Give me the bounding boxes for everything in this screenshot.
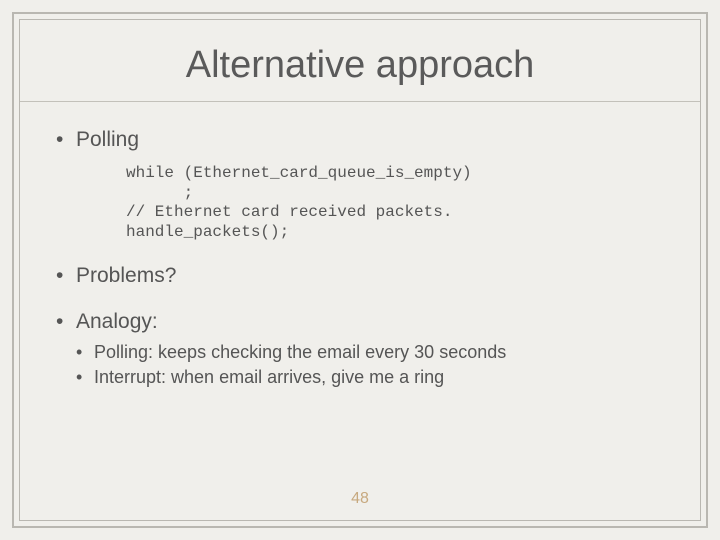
inner-frame: Alternative approach Polling while (Ethe… bbox=[19, 19, 701, 521]
sub-list: Polling: keeps checking the email every … bbox=[76, 342, 666, 388]
bullet-analogy: Analogy: Polling: keeps checking the ema… bbox=[54, 310, 666, 388]
bullet-polling: Polling while (Ethernet_card_queue_is_em… bbox=[54, 128, 666, 242]
bullet-problems-label: Problems? bbox=[76, 264, 176, 287]
code-block: while (Ethernet_card_queue_is_empty) ; /… bbox=[126, 164, 666, 242]
page-number: 48 bbox=[20, 490, 700, 508]
bullet-analogy-label: Analogy: bbox=[76, 310, 158, 333]
slide: Alternative approach Polling while (Ethe… bbox=[0, 0, 720, 540]
slide-title: Alternative approach bbox=[54, 44, 666, 87]
bullet-list: Polling while (Ethernet_card_queue_is_em… bbox=[54, 128, 666, 388]
outer-frame: Alternative approach Polling while (Ethe… bbox=[12, 12, 708, 528]
title-rule bbox=[20, 101, 700, 102]
bullet-problems: Problems? bbox=[54, 264, 666, 288]
bullet-polling-label: Polling bbox=[76, 128, 139, 151]
sub-polling: Polling: keeps checking the email every … bbox=[76, 342, 666, 363]
sub-interrupt: Interrupt: when email arrives, give me a… bbox=[76, 367, 666, 388]
